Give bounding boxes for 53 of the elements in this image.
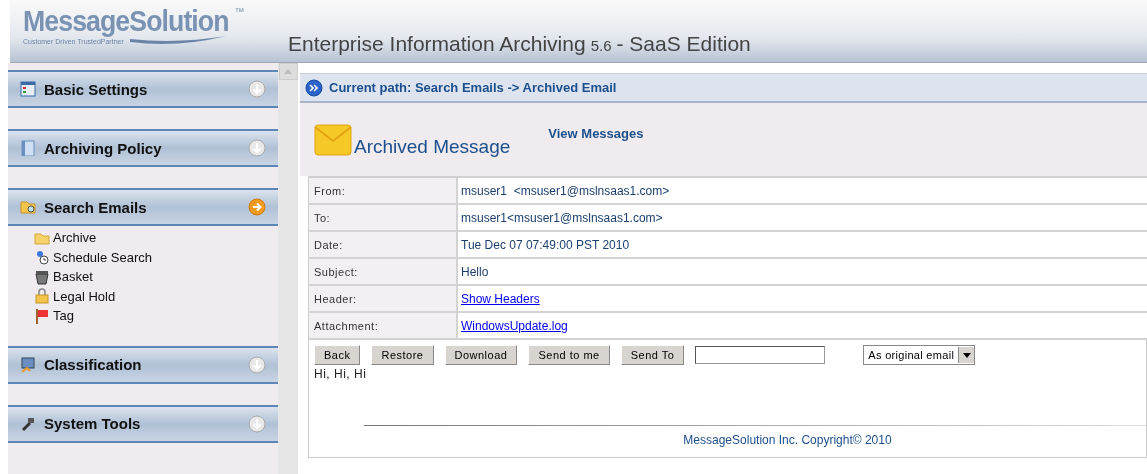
- flag-icon: [34, 307, 50, 324]
- action-button[interactable]: Restore: [371, 345, 434, 365]
- forward-icon: [305, 78, 323, 97]
- envelope-icon: [314, 122, 352, 157]
- up-arrow-icon: [284, 69, 292, 74]
- trademark: ™: [234, 6, 245, 17]
- message-body: Hi, Hi, Hi: [314, 367, 368, 381]
- app-version: 5.6: [590, 37, 612, 54]
- current-path: Current path: Search Emails -> Archived Email: [329, 80, 617, 95]
- field-value: Hello: [461, 264, 489, 279]
- field-value: msuser1 <msuser1@mslnsaas1.com>: [461, 183, 670, 198]
- page-title: Archived Message: [354, 135, 511, 158]
- field-label: Subject:: [308, 259, 458, 286]
- action-button[interactable]: Back: [314, 345, 361, 365]
- recipient-field[interactable]: [695, 346, 826, 364]
- field-label: From:: [308, 178, 458, 205]
- field-value: msuser1<msuser1@mslnsaas1.com>: [461, 210, 663, 225]
- action-button[interactable]: Send To: [620, 345, 685, 365]
- search-icon: [20, 199, 36, 215]
- field-label: Header:: [308, 286, 458, 313]
- field-label: Date:: [308, 232, 458, 259]
- basket-icon: [34, 268, 50, 285]
- field-link[interactable]: WindowsUpdate.log: [461, 318, 568, 333]
- sidebar-item[interactable]: Tag: [53, 308, 74, 324]
- view-messages-link[interactable]: View Messages: [548, 126, 644, 141]
- sidebar-item[interactable]: Archive: [53, 230, 97, 246]
- logo-name: MessageSolution: [23, 6, 229, 36]
- monitor-icon: [20, 356, 36, 373]
- action-button[interactable]: Send to me: [528, 345, 610, 365]
- lock-icon: [34, 288, 50, 305]
- sidebar-item[interactable]: Schedule Search: [53, 249, 152, 265]
- field-label: Attachment:: [308, 313, 458, 340]
- format-select[interactable]: As original email: [863, 345, 976, 365]
- clock-icon: [34, 249, 50, 266]
- action-button[interactable]: Download: [444, 345, 518, 365]
- app-edition: - SaaS Edition: [616, 32, 751, 56]
- book-icon: [20, 140, 36, 156]
- copyright: MessageSolution Inc. Copyright© 2010: [683, 433, 892, 447]
- field-value: Tue Dec 07 07:49:00 PST 2010: [461, 237, 630, 252]
- sidebar-section-header[interactable]: Classification: [8, 345, 278, 384]
- scroll-up-button[interactable]: [278, 63, 298, 80]
- field-label: To:: [308, 205, 458, 232]
- sidebar-section-header[interactable]: Search Emails: [8, 188, 278, 226]
- sidebar-section-header[interactable]: Archiving Policy: [8, 129, 278, 167]
- sidebar-section-header[interactable]: System Tools: [8, 404, 278, 443]
- dropdown-arrow-icon: [962, 352, 971, 358]
- settings-icon: [20, 81, 36, 97]
- sidebar-section-header[interactable]: Basic Settings: [8, 70, 278, 108]
- tools-icon: [20, 415, 36, 432]
- app-title: Enterprise Information Archiving: [288, 32, 586, 56]
- sidebar-item[interactable]: Legal Hold: [53, 288, 116, 304]
- sidebar-item[interactable]: Basket: [53, 269, 93, 285]
- field-link[interactable]: Show Headers: [461, 291, 540, 306]
